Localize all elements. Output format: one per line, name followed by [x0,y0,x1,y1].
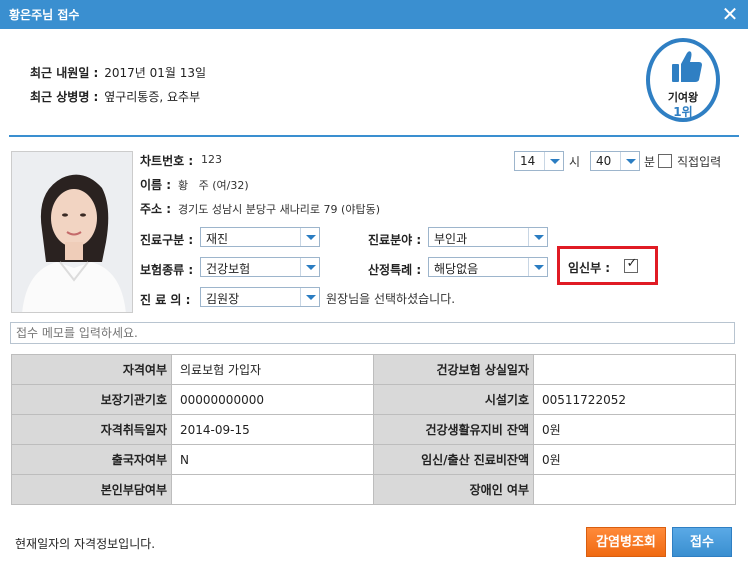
address-label: 주소 : [140,202,172,216]
pregnant-label: 임신부 : [568,261,611,275]
doctor-value: 김원장 [206,292,240,306]
department-label: 진료분야 : [368,233,422,247]
window-title: 황은주님 접수 [9,8,80,22]
recent-visit-value: 2017년 01월 13일 [104,66,207,80]
eligibility-table: 자격여부 의료보험 가입자 건강보험 상실일자 보장기관기호 000000000… [11,354,736,505]
table-header-cell: 본인부담여부 [11,474,172,505]
chevron-down-icon [528,258,547,276]
direct-input-checkbox[interactable] [658,154,672,168]
table-header-cell: 건강보험 상실일자 [373,354,534,385]
memo-input[interactable] [10,322,735,344]
hour-select[interactable]: 14 [514,151,564,171]
minute-select[interactable]: 40 [590,151,640,171]
table-row: 자격여부 의료보험 가입자 건강보험 상실일자 [11,354,736,385]
hour-unit: 시 [569,155,581,169]
table-row: 보장기관기호 00000000000 시설기호 00511722052 [11,384,736,415]
address-value: 경기도 성남시 분당구 새나리로 79 (야탑동) [178,203,380,216]
department-value: 부인과 [434,232,468,246]
chart-number-value: 123 [201,153,222,166]
contribution-badge: 기여왕 1위 [646,38,720,122]
special-case-label: 산정특례 : [368,263,422,277]
minute-unit: 분 [644,155,656,169]
table-header-cell: 출국자여부 [11,444,172,475]
section-divider [9,135,739,137]
thumbs-up-icon [672,51,702,82]
table-row: 자격취득일자 2014-09-15 건강생활유지비 잔액 0원 [11,414,736,445]
insurance-select[interactable]: 건강보험 [200,257,320,277]
pregnant-checkbox[interactable]: ✓ [624,256,638,273]
minute-value: 40 [596,154,612,168]
table-value-cell: N [171,444,374,475]
recent-visit-label: 최근 내원일 : [30,66,99,80]
badge-rank: 1위 [673,105,693,119]
special-case-select[interactable]: 해당없음 [428,257,548,277]
patient-photo [11,151,133,313]
name-value: 황 주 (여/32) [178,179,249,192]
visit-type-select[interactable]: 재진 [200,227,320,247]
table-value-cell: 0원 [533,444,736,475]
recent-disease-value: 옆구리통증, 요추부 [104,90,201,104]
table-header-cell: 건강생활유지비 잔액 [373,414,534,445]
doctor-label: 진 료 의 : [140,293,191,307]
table-header-cell: 자격취득일자 [11,414,172,445]
recent-visit-row: 최근 내원일 : 2017년 01월 13일 [30,64,206,81]
insurance-label: 보험종류 : [140,263,194,277]
visit-type-value: 재진 [206,232,229,246]
visit-type-label: 진료구분 : [140,233,194,247]
chevron-down-icon [544,152,563,170]
doctor-select[interactable]: 김원장 [200,287,320,307]
chart-number-label: 차트번호 : [140,154,194,168]
table-row: 본인부담여부 장애인 여부 [11,474,736,505]
table-header-cell: 임신/출산 진료비잔액 [373,444,534,475]
patient-photo-image [12,152,132,312]
table-value-cell [171,474,374,505]
table-header-cell: 시설기호 [373,384,534,415]
table-header-cell: 보장기관기호 [11,384,172,415]
chevron-down-icon [528,228,547,246]
insurance-value: 건강보험 [206,262,251,276]
eligibility-note: 현재일자의 자격정보입니다. [15,537,156,551]
department-select[interactable]: 부인과 [428,227,548,247]
table-row: 출국자여부 N 임신/출산 진료비잔액 0원 [11,444,736,475]
table-value-cell: 0원 [533,414,736,445]
table-value-cell [533,354,736,385]
close-icon[interactable]: ✕ [720,3,740,25]
recent-disease-label: 최근 상병명 : [30,90,99,104]
table-value-cell: 의료보험 가입자 [171,354,374,385]
table-value-cell: 00511722052 [533,384,736,415]
recent-disease-row: 최근 상병명 : 옆구리통증, 요추부 [30,88,200,105]
infection-lookup-button[interactable]: 감염병조회 [586,527,666,557]
chevron-down-icon [300,228,319,246]
table-value-cell [533,474,736,505]
direct-input-label: 직접입력 [677,155,722,169]
doctor-note: 원장님을 선택하셨습니다. [326,292,456,306]
table-header-cell: 자격여부 [11,354,172,385]
checkmark-icon: ✓ [626,256,638,271]
window-titlebar: 황은주님 접수 ✕ [0,0,748,29]
chevron-down-icon [620,152,639,170]
table-header-cell: 장애인 여부 [373,474,534,505]
table-value-cell: 2014-09-15 [171,414,374,445]
special-case-value: 해당없음 [434,262,479,276]
chevron-down-icon [300,288,319,306]
chevron-down-icon [300,258,319,276]
register-button[interactable]: 접수 [672,527,732,557]
hour-value: 14 [520,154,536,168]
name-label: 이름 : [140,178,172,192]
table-value-cell: 00000000000 [171,384,374,415]
